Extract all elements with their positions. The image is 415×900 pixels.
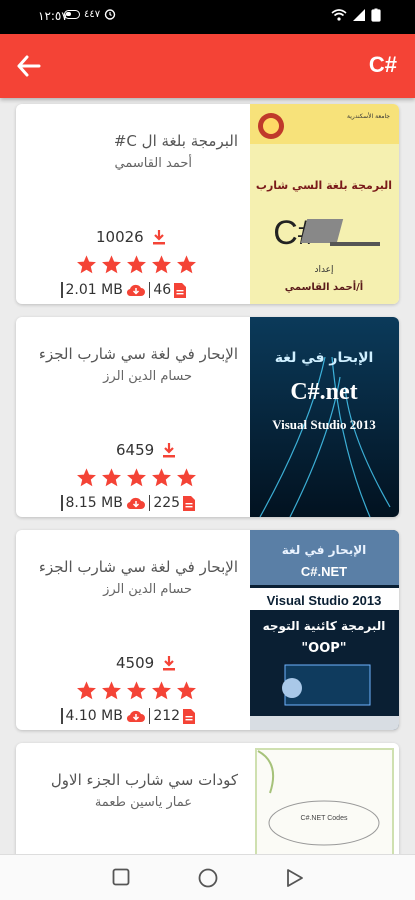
file-size: 4.10 MB [65, 708, 123, 724]
back-triangle-icon[interactable] [286, 868, 304, 888]
book-info: البرمجة بلغة ال C# أحمد القاسمي 10026 2.… [16, 104, 250, 304]
book-meta: 2.01 MB 46 [58, 282, 187, 298]
book-author: حسام الدين الرز [103, 369, 192, 384]
book-author: حسام الدين الرز [103, 582, 192, 597]
star-icon [77, 255, 96, 274]
download-count-value: 6459 [116, 441, 155, 459]
book-meta: 4.10 MB 212 [58, 708, 196, 724]
page-count: 46 [153, 282, 172, 298]
battery-icon [371, 8, 381, 22]
star-icon [77, 681, 96, 700]
book-card[interactable]: الإبحار في لغة C#.NET Visual Studio 2013… [16, 530, 399, 730]
cover-big-text: C#.net [290, 379, 357, 405]
back-button[interactable] [14, 52, 44, 80]
status-bar: ١٢:٥٧ ٤٤٧ [0, 0, 415, 34]
book-author: أحمد القاسمي [114, 156, 192, 171]
toggle-status-icon [64, 9, 80, 19]
cover-line3: "OOP" [301, 641, 346, 656]
download-count: 4509 [116, 654, 176, 672]
status-left-icons: ٤٤٧ [64, 8, 116, 20]
book-cover-image: C#.NET Codes [250, 743, 399, 854]
download-icon [163, 443, 176, 458]
star-icon [152, 468, 171, 487]
book-info: الإبحار في لغة سي شارب الجزء حسام الدين … [16, 317, 250, 517]
rating-stars [76, 467, 197, 488]
star-icon [152, 255, 171, 274]
cover-header: الإبحار في لغة [275, 350, 374, 366]
wifi-icon [331, 9, 347, 21]
cover-author: أ/أحمد القاسمي [285, 280, 363, 293]
book-cover-image: جامعة الأسكندرية البرمجة بلغة السي شارب … [250, 104, 399, 304]
book-card[interactable]: C#.NET Codes كودات سي شارب الجزء الاول ع… [16, 743, 399, 854]
alarm-icon [104, 9, 116, 20]
book-title: البرمجة بلغة ال C# [113, 132, 238, 150]
star-icon [102, 468, 121, 487]
rating-stars [76, 680, 197, 701]
cloud-download-icon [126, 497, 145, 510]
home-circle-icon[interactable] [198, 868, 218, 888]
pdf-file-icon [174, 282, 187, 298]
star-icon [152, 681, 171, 700]
download-count-value: 4509 [116, 654, 155, 672]
book-title: كودات سي شارب الجزء الاول [50, 771, 238, 789]
page-count: 212 [153, 708, 181, 724]
status-right-icons [331, 8, 381, 22]
star-icon [102, 681, 121, 700]
file-size: 2.01 MB [65, 282, 123, 298]
system-nav-bar [0, 854, 415, 900]
download-count: 10026 [96, 228, 166, 246]
star-icon [177, 468, 196, 487]
book-info: كودات سي شارب الجزء الاول عمار ياسين طعم… [16, 743, 250, 854]
book-card[interactable]: الإبحار في لغة C#.net Visual Studio 2013… [16, 317, 399, 517]
book-title: الإبحار في لغة سي شارب الجزء [38, 558, 238, 576]
book-cover-image: الإبحار في لغة C#.net Visual Studio 2013 [250, 317, 399, 517]
star-icon [127, 255, 146, 274]
arrow-back-icon [17, 55, 41, 77]
page-count: 225 [153, 495, 181, 511]
download-icon [163, 656, 176, 671]
recents-square-icon[interactable] [112, 868, 130, 886]
cover-title: C#.NET Codes [301, 815, 348, 822]
book-list[interactable]: جامعة الأسكندرية البرمجة بلغة السي شارب … [0, 98, 415, 854]
signal-icon [353, 9, 365, 21]
star-icon [177, 681, 196, 700]
cover-title: البرمجة بلغة السي شارب [256, 179, 392, 192]
cover-big-text: C#.NET [301, 564, 347, 579]
cover-header: جامعة الأسكندرية [347, 112, 390, 120]
pdf-file-icon [183, 495, 196, 511]
book-meta: 8.15 MB 225 [58, 495, 196, 511]
download-icon [152, 230, 165, 245]
star-icon [127, 681, 146, 700]
rating-stars [76, 254, 197, 275]
star-icon [102, 255, 121, 274]
star-icon [127, 468, 146, 487]
download-count-value: 10026 [96, 228, 144, 246]
status-extra: ٤٤٧ [84, 8, 101, 20]
cover-by: إعداد [314, 265, 333, 275]
book-cover-image: الإبحار في لغة C#.NET Visual Studio 2013… [250, 530, 399, 730]
app-bar: C# [0, 34, 415, 98]
cloud-download-icon [126, 284, 145, 297]
book-info: الإبحار في لغة سي شارب الجزء حسام الدين … [16, 530, 250, 730]
cover-line2: البرمجة كائنية التوجه [263, 619, 386, 634]
download-count: 6459 [116, 441, 176, 459]
pdf-file-icon [183, 708, 196, 724]
cloud-download-icon [126, 710, 145, 723]
cover-subtitle: Visual Studio 2013 [267, 593, 382, 608]
star-icon [177, 255, 196, 274]
page-title: C# [368, 52, 397, 77]
book-card[interactable]: جامعة الأسكندرية البرمجة بلغة السي شارب … [16, 104, 399, 304]
cover-subtitle: Visual Studio 2013 [272, 417, 376, 432]
cover-header: الإبحار في لغة [282, 543, 367, 557]
book-author: عمار ياسين طعمة [94, 795, 192, 810]
star-icon [77, 468, 96, 487]
file-size: 8.15 MB [65, 495, 123, 511]
book-title: الإبحار في لغة سي شارب الجزء [38, 345, 238, 363]
